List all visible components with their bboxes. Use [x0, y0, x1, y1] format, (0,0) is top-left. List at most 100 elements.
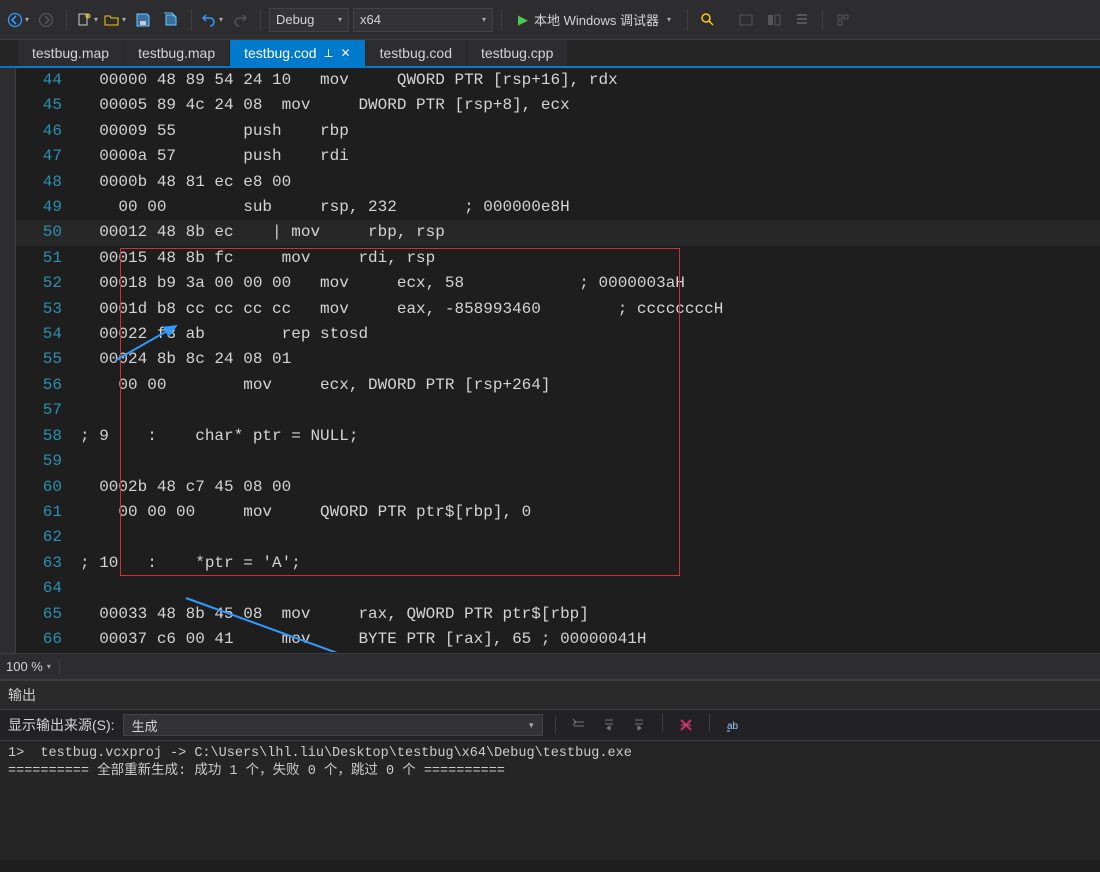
run-label: 本地 Windows 调试器: [534, 10, 659, 29]
document-tab[interactable]: testbug.cod: [366, 40, 466, 66]
editor-status-bar: 100 % ▾: [0, 653, 1100, 679]
code-text: 0000a 57 push rdi: [76, 144, 1100, 169]
code-line[interactable]: 59: [16, 449, 1100, 474]
platform-combo[interactable]: x64 ▾: [353, 8, 493, 32]
code-text: 00 00 sub rsp, 232 ; 000000e8H: [76, 195, 1100, 220]
zoom-level[interactable]: 100 %: [6, 659, 43, 674]
code-text: 00037 c6 00 41 mov BYTE PTR [rax], 65 ; …: [76, 627, 1100, 651]
tab-label: testbug.cod: [244, 45, 316, 61]
document-tab[interactable]: testbug.map: [124, 40, 229, 66]
code-line[interactable]: 62: [16, 525, 1100, 550]
line-number: 55: [16, 347, 76, 372]
line-number: 51: [16, 246, 76, 271]
document-tab[interactable]: testbug.cpp: [467, 40, 567, 66]
output-text[interactable]: 1> testbug.vcxproj -> C:\Users\lhl.liu\D…: [0, 741, 1100, 785]
code-text: [76, 398, 1100, 423]
zoom-chevron-icon[interactable]: ▾: [47, 662, 51, 671]
next-message-icon[interactable]: [628, 714, 650, 736]
code-line[interactable]: 60 0002b 48 c7 45 08 00: [16, 475, 1100, 500]
code-line[interactable]: 64: [16, 576, 1100, 601]
nav-forward-button[interactable]: [34, 8, 58, 32]
code-line[interactable]: 56 00 00 mov ecx, DWORD PTR [rsp+264]: [16, 373, 1100, 398]
tab-label: testbug.cod: [380, 45, 452, 61]
configuration-combo[interactable]: Debug ▾: [269, 8, 349, 32]
nav-back-button[interactable]: [6, 8, 30, 32]
code-line[interactable]: 52 00018 b9 3a 00 00 00 mov ecx, 58 ; 00…: [16, 271, 1100, 296]
debug-btn3[interactable]: [790, 8, 814, 32]
open-file-button[interactable]: [103, 8, 127, 32]
code-line[interactable]: 50 00012 48 8b ec | mov rbp, rsp: [16, 220, 1100, 245]
find-in-files-button[interactable]: [696, 8, 720, 32]
clear-output-icon[interactable]: [675, 714, 697, 736]
debug-btn1[interactable]: [734, 8, 758, 32]
code-line[interactable]: 44 00000 48 89 54 24 10 mov QWORD PTR [r…: [16, 68, 1100, 93]
document-tab[interactable]: testbug.cod ⟂ ✕: [230, 40, 364, 66]
code-text: 00000 48 89 54 24 10 mov QWORD PTR [rsp+…: [76, 68, 1100, 93]
save-button[interactable]: [131, 8, 155, 32]
code-line[interactable]: 45 00005 89 4c 24 08 mov DWORD PTR [rsp+…: [16, 93, 1100, 118]
prev-message-icon[interactable]: [598, 714, 620, 736]
line-number: 57: [16, 398, 76, 423]
line-number: 58: [16, 424, 76, 449]
line-number: 62: [16, 525, 76, 550]
code-text: 0001d b8 cc cc cc cc mov eax, -858993460…: [76, 297, 1100, 322]
line-number: 52: [16, 271, 76, 296]
code-editor[interactable]: 44 00000 48 89 54 24 10 mov QWORD PTR [r…: [16, 68, 1100, 651]
code-text: ; 10 : *ptr = 'A';: [76, 551, 1100, 576]
document-tab[interactable]: testbug.map: [18, 40, 123, 66]
code-line[interactable]: 58; 9 : char* ptr = NULL;: [16, 424, 1100, 449]
debug-btn2[interactable]: [762, 8, 786, 32]
start-debugging-button[interactable]: ▶ 本地 Windows 调试器: [510, 8, 679, 32]
code-line[interactable]: 47 0000a 57 push rdi: [16, 144, 1100, 169]
line-number: 46: [16, 119, 76, 144]
code-line[interactable]: 61 00 00 00 mov QWORD PTR ptr$[rbp], 0: [16, 500, 1100, 525]
redo-button[interactable]: [228, 8, 252, 32]
close-icon[interactable]: ✕: [341, 46, 351, 60]
code-line[interactable]: 53 0001d b8 cc cc cc cc mov eax, -858993…: [16, 297, 1100, 322]
code-text: 00022 f3 ab rep stosd: [76, 322, 1100, 347]
editor-margin: [0, 68, 16, 679]
debug-btn4[interactable]: [831, 8, 855, 32]
output-source-value: 生成: [132, 716, 158, 735]
code-line[interactable]: 46 00009 55 push rbp: [16, 119, 1100, 144]
undo-button[interactable]: [200, 8, 224, 32]
code-line[interactable]: 54 00022 f3 ab rep stosd: [16, 322, 1100, 347]
code-line[interactable]: 63; 10 : *ptr = 'A';: [16, 551, 1100, 576]
tab-label: testbug.map: [138, 45, 215, 61]
code-line[interactable]: 66 00037 c6 00 41 mov BYTE PTR [rax], 65…: [16, 627, 1100, 651]
code-text: 00 00 mov ecx, DWORD PTR [rsp+264]: [76, 373, 1100, 398]
line-number: 60: [16, 475, 76, 500]
code-text: [76, 525, 1100, 550]
code-line[interactable]: 65 00033 48 8b 45 08 mov rax, QWORD PTR …: [16, 602, 1100, 627]
code-line[interactable]: 55 00024 8b 8c 24 08 01: [16, 347, 1100, 372]
play-icon: ▶: [518, 12, 528, 28]
line-number: 63: [16, 551, 76, 576]
code-line[interactable]: 57: [16, 398, 1100, 423]
document-tabwell: testbug.maptestbug.maptestbug.cod⟂✕testb…: [0, 40, 1100, 68]
new-file-button[interactable]: [75, 8, 99, 32]
tab-label: testbug.cpp: [481, 45, 553, 61]
line-number: 44: [16, 68, 76, 93]
output-source-combo[interactable]: 生成 ▾: [123, 714, 543, 736]
platform-value: x64: [360, 12, 381, 27]
line-number: 59: [16, 449, 76, 474]
code-text: [76, 576, 1100, 601]
code-text: 0002b 48 c7 45 08 00: [76, 475, 1100, 500]
save-all-button[interactable]: [159, 8, 183, 32]
word-wrap-icon[interactable]: ab: [722, 714, 744, 736]
config-value: Debug: [276, 12, 314, 27]
code-line[interactable]: 49 00 00 sub rsp, 232 ; 000000e8H: [16, 195, 1100, 220]
svg-text:ab: ab: [727, 721, 739, 732]
code-line[interactable]: 48 0000b 48 81 ec e8 00: [16, 170, 1100, 195]
code-text: 00012 48 8b ec | mov rbp, rsp: [76, 220, 1100, 245]
chevron-down-icon: ▾: [338, 15, 342, 24]
goto-message-icon[interactable]: [568, 714, 590, 736]
tab-label: testbug.map: [32, 45, 109, 61]
code-line[interactable]: 51 00015 48 8b fc mov rdi, rsp: [16, 246, 1100, 271]
line-number: 48: [16, 170, 76, 195]
code-text: ; 9 : char* ptr = NULL;: [76, 424, 1100, 449]
pin-icon[interactable]: ⟂: [325, 46, 333, 61]
chevron-down-icon: ▾: [482, 15, 486, 24]
line-number: 53: [16, 297, 76, 322]
line-number: 45: [16, 93, 76, 118]
